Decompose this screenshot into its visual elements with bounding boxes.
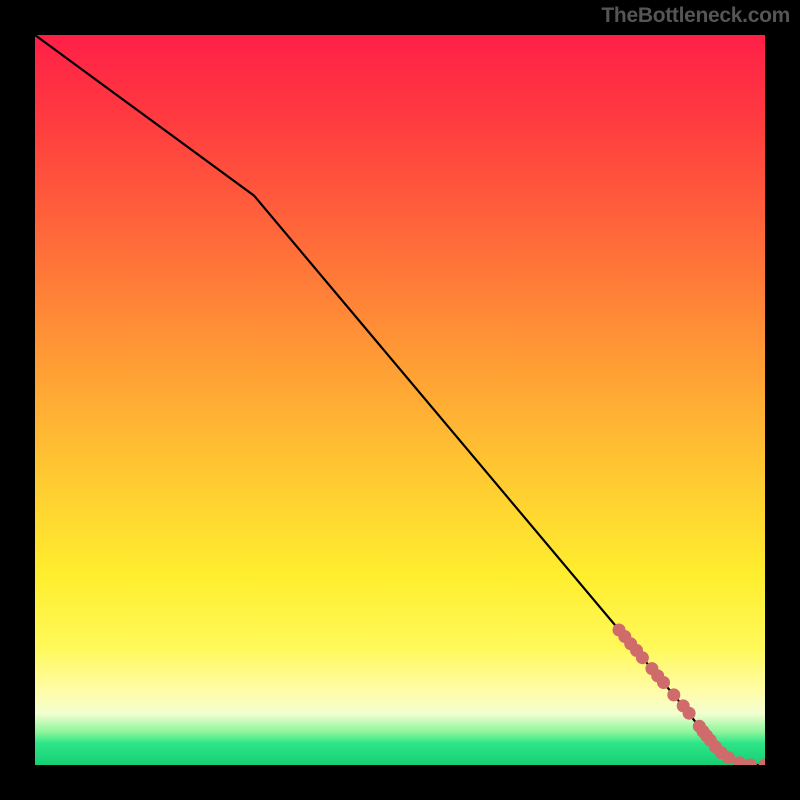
- watermark-label: TheBottleneck.com: [601, 4, 790, 28]
- curve-marker: [657, 676, 670, 689]
- plot-area: [35, 35, 765, 765]
- chart-frame: TheBottleneck.com: [0, 0, 800, 800]
- bottleneck-curve: [35, 35, 765, 765]
- curve-marker: [667, 688, 680, 701]
- curve-marker: [744, 759, 757, 766]
- curve-marker: [683, 707, 696, 720]
- curve-marker: [636, 651, 649, 664]
- curve-marker: [759, 759, 766, 766]
- curve-layer: [35, 35, 765, 765]
- curve-markers: [613, 624, 766, 766]
